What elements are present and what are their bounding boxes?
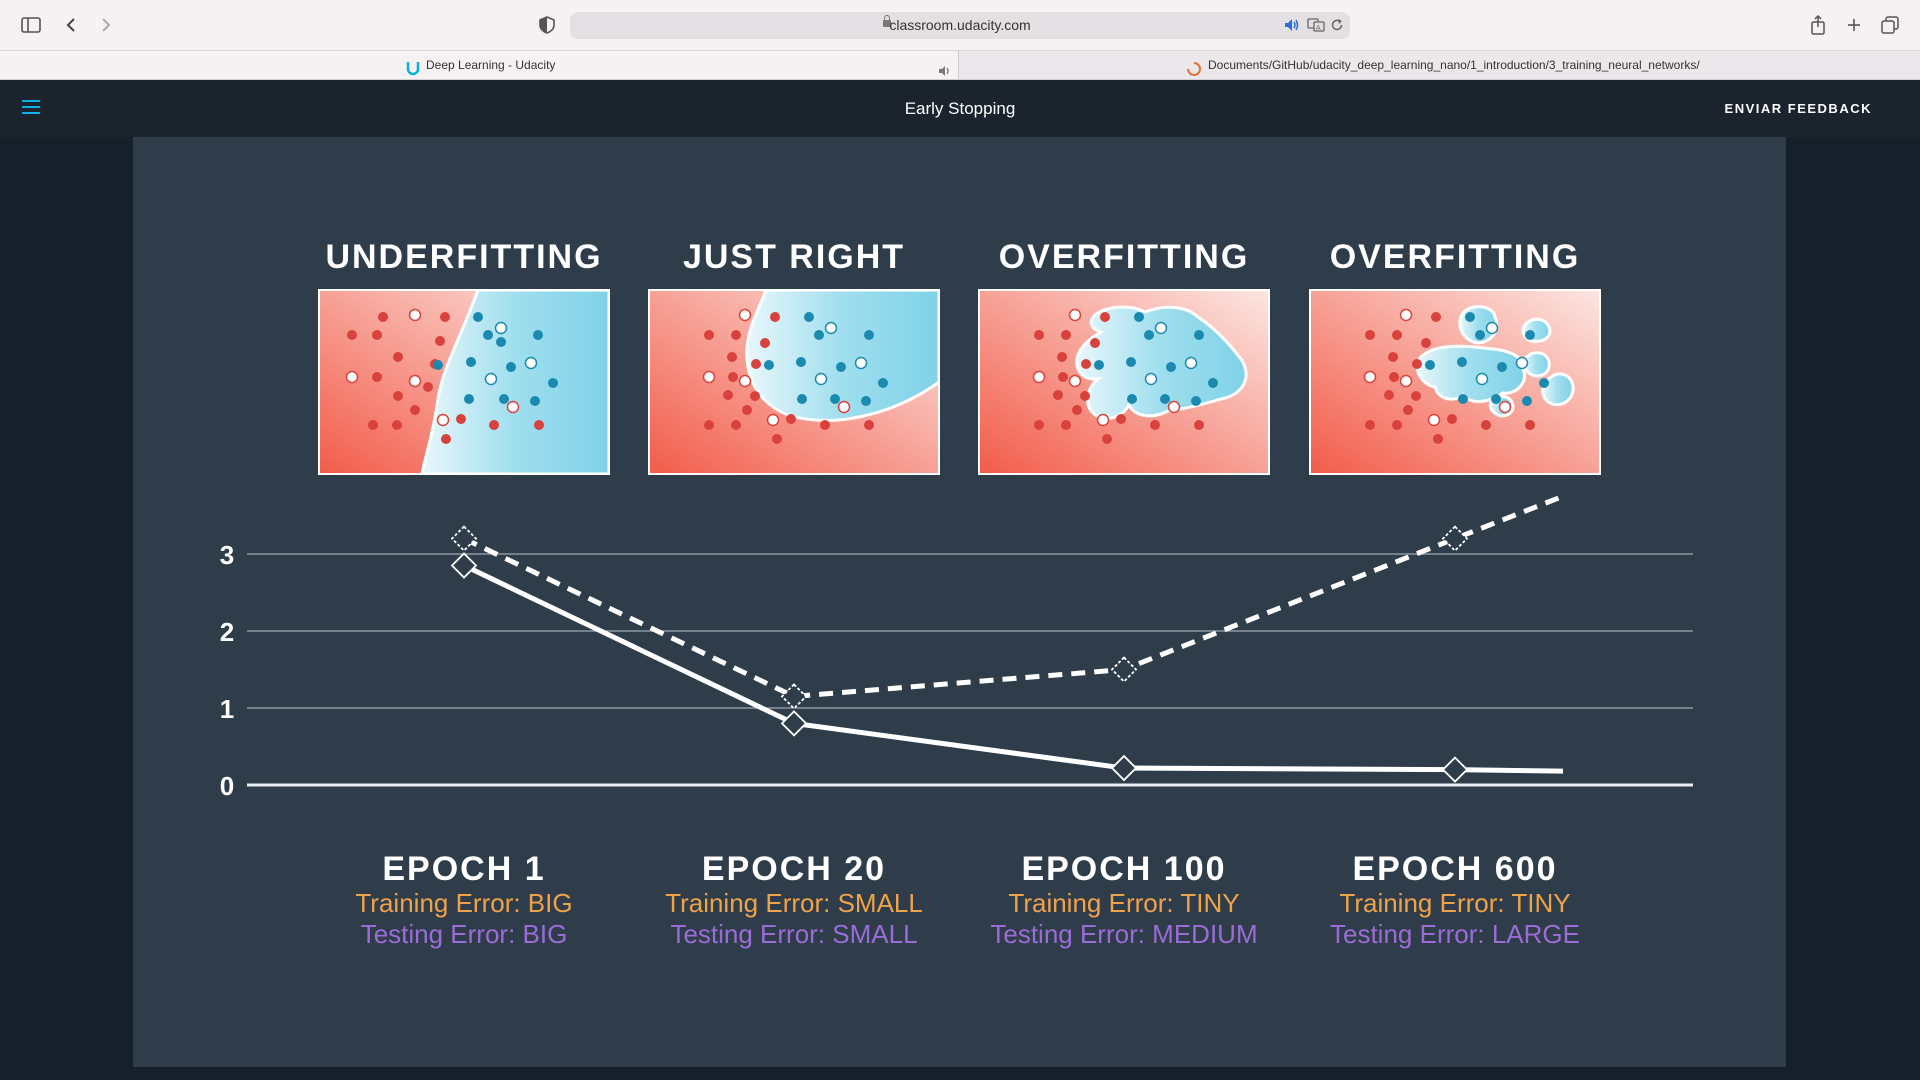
tab-label: Deep Learning - Udacity bbox=[426, 58, 556, 72]
y-tick-label: 3 bbox=[220, 540, 234, 570]
epoch-label: EPOCH 100 bbox=[1021, 850, 1226, 888]
speaker-icon[interactable] bbox=[1284, 18, 1300, 37]
panel-title: JUST RIGHT bbox=[683, 238, 905, 276]
panel-title: UNDERFITTING bbox=[325, 238, 602, 276]
underfitting-classifier-image bbox=[319, 290, 609, 474]
training-error-label: Training Error: TINY bbox=[1339, 888, 1570, 918]
training-error-label: Training Error: BIG bbox=[355, 888, 572, 918]
page-title: Early Stopping bbox=[904, 99, 1016, 118]
address-bar[interactable]: classroom.udacity.com A bbox=[570, 12, 1350, 39]
testing-error-label: Testing Error: SMALL bbox=[670, 919, 917, 949]
training-error-label: Training Error: TINY bbox=[1008, 888, 1239, 918]
epoch-label: EPOCH 1 bbox=[382, 850, 545, 888]
shield-icon[interactable] bbox=[534, 13, 560, 37]
testing-error-label: Testing Error: BIG bbox=[361, 919, 568, 949]
testing-error-marker bbox=[450, 525, 478, 552]
browser-toolbar: classroom.udacity.com A bbox=[0, 0, 1920, 50]
testing-error-marker bbox=[1441, 525, 1469, 552]
svg-text:A: A bbox=[1316, 25, 1321, 32]
testing-error-marker bbox=[780, 683, 808, 710]
testing-error-label: Testing Error: LARGE bbox=[1330, 919, 1580, 949]
testing-error-label: Testing Error: MEDIUM bbox=[990, 919, 1257, 949]
video-slide[interactable]: UNDERFITTING JUST RIGHT OVERFITTING OVER… bbox=[133, 137, 1786, 1067]
tabs-overview-icon[interactable] bbox=[1877, 13, 1903, 37]
y-tick-label: 1 bbox=[220, 694, 234, 724]
new-tab-icon[interactable] bbox=[1841, 13, 1867, 37]
training-error-marker bbox=[780, 710, 808, 737]
training-error-marker bbox=[450, 552, 478, 579]
overfitting-extreme-classifier-image bbox=[1310, 290, 1600, 474]
panel-title: OVERFITTING bbox=[999, 238, 1250, 276]
send-feedback-button[interactable]: ENVIAR FEEDBACK bbox=[1725, 80, 1872, 137]
just-right-classifier-image bbox=[649, 290, 939, 474]
early-stopping-figure: UNDERFITTING JUST RIGHT OVERFITTING OVER… bbox=[220, 238, 1693, 949]
training-error-label: Training Error: SMALL bbox=[665, 888, 923, 918]
tab-bar: Deep Learning - Udacity Documents/GitHub… bbox=[0, 50, 1920, 80]
testing-error-line bbox=[462, 493, 1564, 699]
error-chart: 0 1 2 3 bbox=[220, 493, 1693, 801]
classroom-header: Early Stopping ENVIAR FEEDBACK bbox=[0, 80, 1920, 137]
sidebar-icon[interactable] bbox=[18, 13, 44, 37]
tab-local-file[interactable]: Documents/GitHub/udacity_deep_learning_n… bbox=[959, 51, 1920, 79]
url-text: classroom.udacity.com bbox=[889, 17, 1031, 33]
back-icon[interactable] bbox=[58, 13, 84, 37]
reload-icon[interactable] bbox=[1330, 18, 1344, 37]
testing-error-marker bbox=[1110, 656, 1138, 683]
training-error-marker bbox=[1110, 754, 1138, 782]
y-tick-label: 2 bbox=[220, 617, 234, 647]
training-error-line bbox=[462, 563, 1564, 774]
tab-deep-learning[interactable]: Deep Learning - Udacity bbox=[0, 51, 958, 79]
overfitting-classifier-image bbox=[979, 290, 1269, 474]
y-tick-label: 0 bbox=[220, 771, 234, 801]
epoch-label: EPOCH 600 bbox=[1352, 850, 1557, 888]
epoch-captions: EPOCH 1 Training Error: BIG Testing Erro… bbox=[355, 850, 1580, 949]
translate-icon[interactable]: A bbox=[1307, 18, 1325, 37]
tab-label: Documents/GitHub/udacity_deep_learning_n… bbox=[1208, 58, 1700, 72]
forward-icon[interactable] bbox=[93, 13, 119, 37]
epoch-label: EPOCH 20 bbox=[702, 850, 886, 888]
training-error-marker bbox=[1441, 756, 1469, 783]
panel-title: OVERFITTING bbox=[1330, 238, 1581, 276]
share-icon[interactable] bbox=[1805, 13, 1831, 37]
